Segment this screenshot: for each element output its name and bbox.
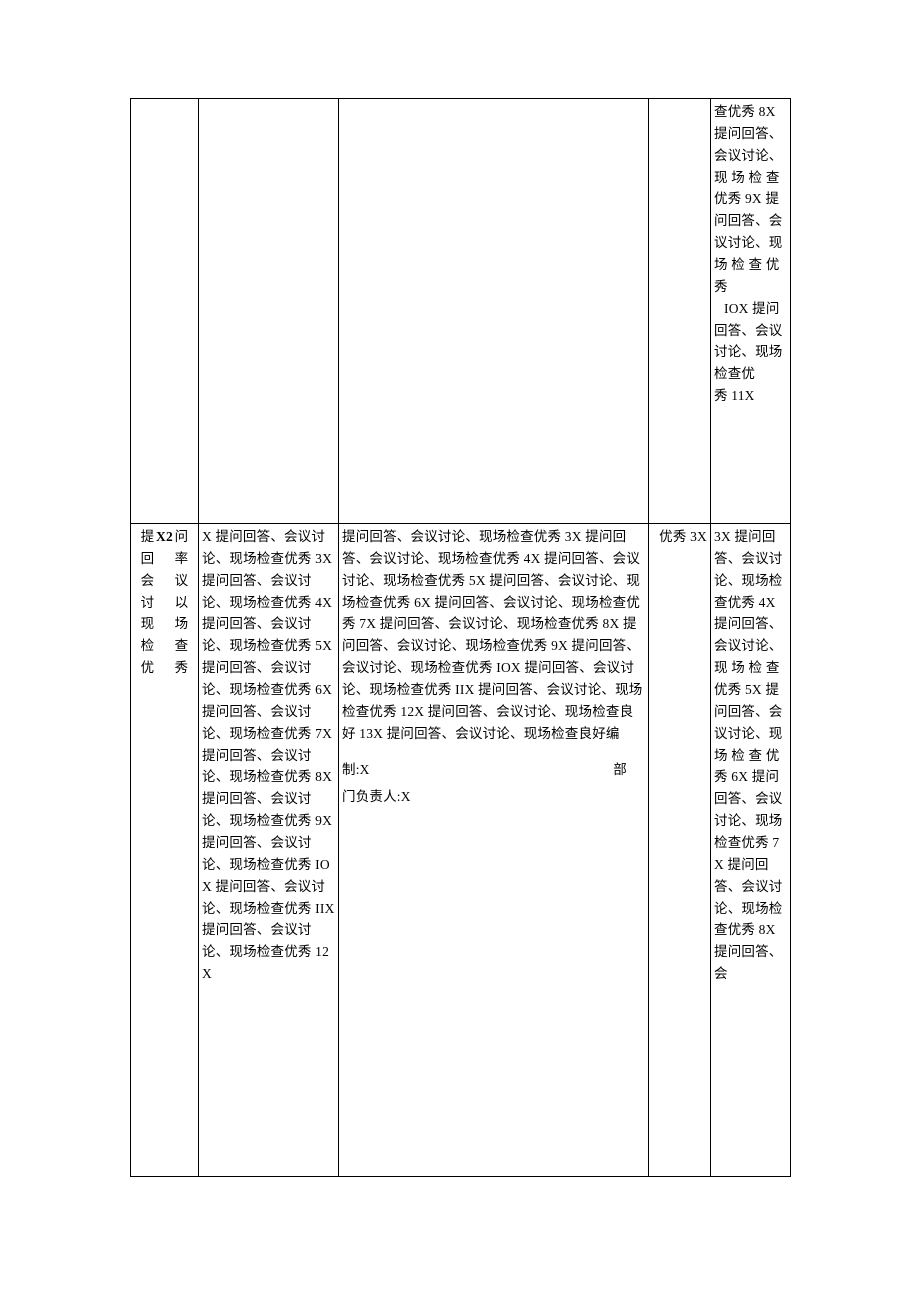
cell-row2-col1: 提回会讨现检优 X2 问率议以场查秀 (130, 523, 199, 1177)
department-label: 部 (613, 761, 627, 777)
cell-row1-col5: 查优秀 8X 提问回答、 会议讨论、 现 场 检 查 优秀 9X 提 问回答、会… (710, 98, 791, 524)
content-table: 查优秀 8X 提问回答、 会议讨论、 现 场 检 查 优秀 9X 提 问回答、会… (130, 98, 791, 1177)
tail-line-6: 问回答、会 (714, 213, 783, 229)
signature-row-1: 制:X 部 (342, 759, 645, 781)
cell-row2-col2: X 提问回答、会议讨论、现场检查优秀 3X 提问回答、会议讨论、现场检查优秀 4… (198, 523, 339, 1177)
cell-row2-col5: 3X 提问回答、会议讨论、现场检查优秀 4X 提问回答、会议讨论、现 场 检 查… (710, 523, 791, 1177)
tail-line-8: 场 检 查 优 (714, 257, 780, 273)
cell-row1-col2 (198, 98, 339, 524)
cell-row1-col4 (648, 98, 711, 524)
cell-row1-col3 (338, 98, 649, 524)
tail-line-14: 秀 11X (714, 388, 755, 404)
signature-row-2: 门负责人:X (342, 789, 411, 805)
tail-line-5: 优秀 9X 提 (714, 191, 780, 207)
tail-line-7: 议讨论、现 (714, 235, 783, 251)
cell-row2-col4: 优秀 3X (648, 523, 711, 1177)
table-row: 查优秀 8X 提问回答、 会议讨论、 现 场 检 查 优秀 9X 提 问回答、会… (130, 98, 791, 524)
tail-line-10: IOX 提问 (724, 300, 780, 316)
tail-line-1: 查优秀 8X (714, 104, 776, 119)
tail-line-4: 现 场 检 查 (714, 169, 780, 185)
vertical-column-mid: X2 (156, 529, 173, 544)
compiler-label: 制:X (342, 761, 370, 777)
vertical-text-stack: 提回会讨现检优 X2 问率议以场查秀 (134, 526, 195, 679)
tail-line-9: 秀 (714, 278, 728, 294)
tail-line-11: 回答、会议 (714, 322, 783, 338)
cell-row1-col1 (130, 98, 199, 524)
tail-line-3: 会议讨论、 (714, 147, 783, 163)
cell-row2-col3: 提问回答、会议讨论、现场检查优秀 3X 提问回答、会议讨论、现场检查优秀 4X … (338, 523, 649, 1177)
table-row: 提回会讨现检优 X2 问率议以场查秀 X 提问回答、会议讨论、现场检查优秀 3X… (130, 523, 791, 1177)
vertical-column-right: 提回会讨现检优 (140, 529, 155, 676)
tail-line-12: 讨论、现场 (714, 344, 783, 360)
vertical-column-left: 问率议以场查秀 (174, 529, 189, 676)
tail-line-2: 提问回答、 (714, 125, 783, 141)
tail-line-13: 检查优 (714, 366, 756, 382)
cell-row2-col3-body: 提问回答、会议讨论、现场检查优秀 3X 提问回答、会议讨论、现场检查优秀 4X … (342, 529, 643, 741)
document-page: 查优秀 8X 提问回答、 会议讨论、 现 场 检 查 优秀 9X 提 问回答、会… (0, 0, 920, 1301)
